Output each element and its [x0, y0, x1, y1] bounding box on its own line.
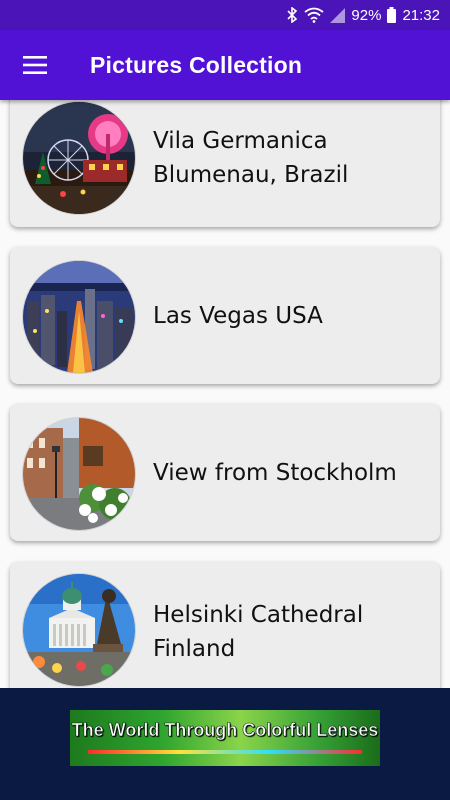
- list-item[interactable]: Vila Germanica Blumenau, Brazil: [10, 86, 440, 227]
- ad-banner-text: The World Through Colorful Lenses: [71, 720, 379, 741]
- app-bar: Pictures Collection: [0, 30, 450, 100]
- list-item[interactable]: View from Stockholm: [10, 404, 440, 541]
- item-thumbnail: [23, 261, 135, 373]
- item-thumbnail: [23, 418, 135, 530]
- item-title: Vila Germanica Blumenau, Brazil: [153, 128, 349, 188]
- ad-banner-underline: [88, 750, 362, 754]
- bluetooth-icon: [286, 7, 298, 23]
- ad-bar: The World Through Colorful Lenses: [0, 688, 450, 800]
- status-bar: 92% 21:32: [0, 0, 450, 30]
- item-title: View from Stockholm: [153, 460, 397, 486]
- list-item[interactable]: Las Vegas USA: [10, 247, 440, 384]
- signal-icon: [330, 7, 346, 23]
- page-title: Pictures Collection: [90, 52, 303, 78]
- item-thumbnail: [23, 574, 135, 686]
- status-time: 21:32: [402, 6, 440, 24]
- hamburger-menu-icon[interactable]: [17, 50, 53, 80]
- item-title: Helsinki Cathedral Finland: [153, 602, 364, 662]
- wifi-icon: [304, 7, 324, 23]
- pictures-list[interactable]: Vila Germanica Blumenau, Brazil Las Vega…: [0, 0, 450, 800]
- item-title: Las Vegas USA: [153, 303, 323, 329]
- battery-percent: 92%: [351, 6, 382, 24]
- battery-icon: [387, 7, 397, 23]
- ad-banner[interactable]: The World Through Colorful Lenses: [70, 710, 380, 766]
- item-thumbnail: [23, 102, 135, 214]
